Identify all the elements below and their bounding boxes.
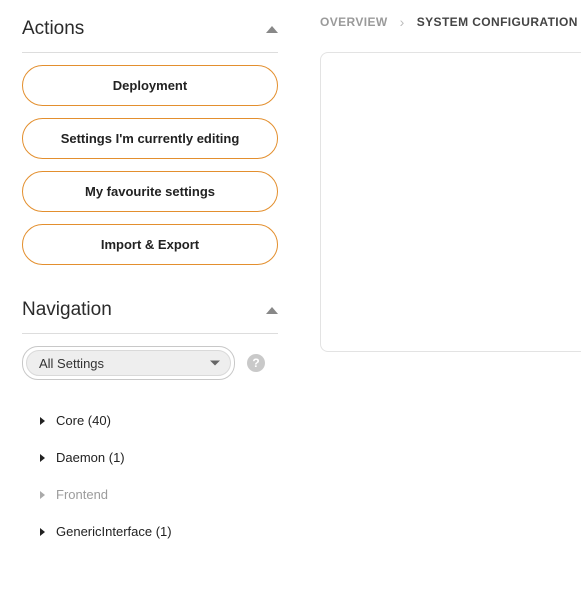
actions-body: Deployment Settings I'm currently editin… — [22, 53, 278, 265]
settings-select-wrap: All Settings — [22, 346, 235, 380]
main-area: OVERVIEW › SYSTEM CONFIGURATION — [300, 0, 581, 606]
deployment-button[interactable]: Deployment — [22, 65, 278, 106]
settings-select-outer: All Settings — [22, 346, 235, 380]
chevron-right-icon: › — [400, 14, 405, 30]
actions-header[interactable]: Actions — [22, 12, 278, 53]
favourite-settings-button[interactable]: My favourite settings — [22, 171, 278, 212]
tree-item-core[interactable]: Core (40) — [40, 402, 278, 439]
settings-select-value: All Settings — [39, 356, 104, 371]
sidebar: Actions Deployment Settings I'm currentl… — [0, 0, 300, 606]
tree-label-core: Core (40) — [56, 413, 111, 428]
tree-item-daemon[interactable]: Daemon (1) — [40, 439, 278, 476]
navigation-tree: Core (40) Daemon (1) Frontend GenericInt… — [22, 402, 278, 550]
chevron-right-icon — [40, 528, 45, 536]
currently-editing-button[interactable]: Settings I'm currently editing — [22, 118, 278, 159]
tree-item-frontend[interactable]: Frontend — [40, 476, 278, 513]
navigation-title: Navigation — [22, 293, 112, 327]
settings-select[interactable]: All Settings — [26, 350, 231, 376]
chevron-down-icon — [210, 361, 220, 366]
collapse-up-icon — [266, 307, 278, 314]
navigation-controls: All Settings ? — [22, 346, 278, 380]
navigation-header[interactable]: Navigation — [22, 293, 278, 334]
chevron-right-icon — [40, 454, 45, 462]
navigation-widget: Navigation All Settings ? — [22, 293, 278, 550]
content-panel — [320, 52, 581, 352]
chevron-right-icon — [40, 491, 45, 499]
breadcrumb: OVERVIEW › SYSTEM CONFIGURATION — [300, 14, 581, 30]
help-icon[interactable]: ? — [247, 354, 265, 372]
tree-label-daemon: Daemon (1) — [56, 450, 125, 465]
actions-widget: Actions Deployment Settings I'm currentl… — [22, 12, 278, 265]
tree-label-generic-interface: GenericInterface (1) — [56, 524, 172, 539]
import-export-button[interactable]: Import & Export — [22, 224, 278, 265]
tree-item-generic-interface[interactable]: GenericInterface (1) — [40, 513, 278, 550]
breadcrumb-current: SYSTEM CONFIGURATION — [417, 15, 578, 29]
navigation-body: All Settings ? Core (40) Daemon — [22, 334, 278, 550]
collapse-up-icon — [266, 26, 278, 33]
chevron-right-icon — [40, 417, 45, 425]
actions-title: Actions — [22, 12, 84, 46]
breadcrumb-overview[interactable]: OVERVIEW — [320, 15, 388, 29]
tree-label-frontend: Frontend — [56, 487, 108, 502]
